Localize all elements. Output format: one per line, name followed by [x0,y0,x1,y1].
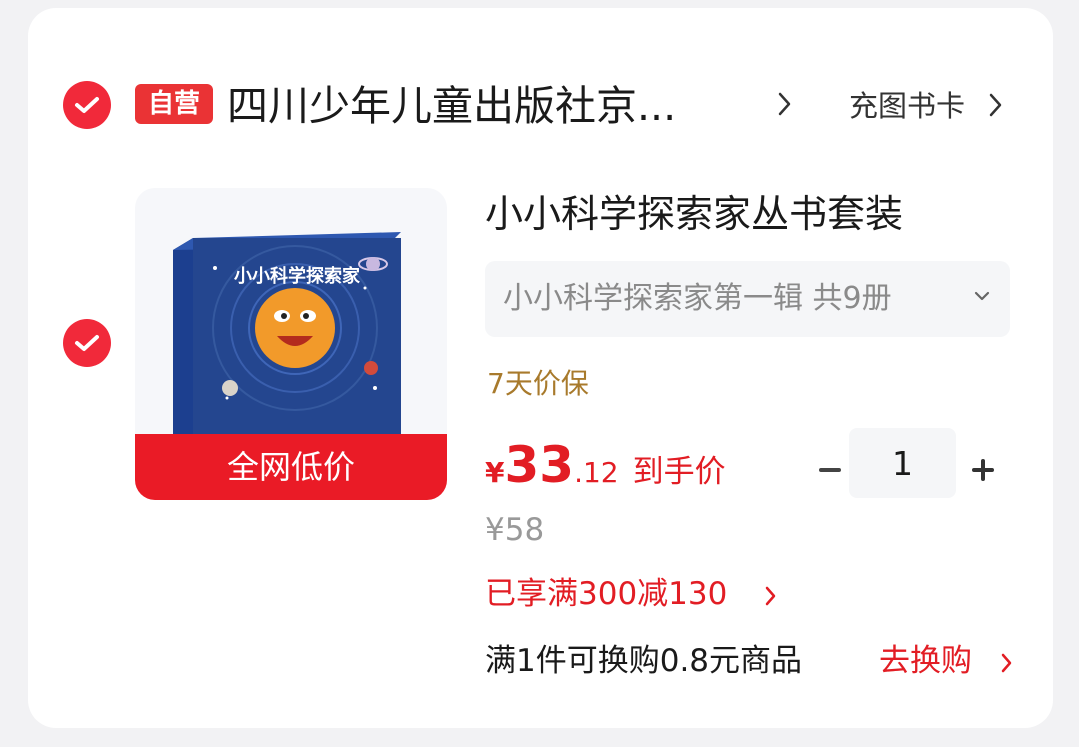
chevron-down-icon [974,291,990,301]
self-operated-badge: 自营 [135,84,213,124]
checkmark-icon [75,335,99,351]
price-decimal: .12 [574,456,619,489]
chevron-right-icon[interactable] [764,585,778,607]
exchange-offer-text: 满1件可换购0.8元商品 [485,643,803,679]
checkmark-icon [75,97,99,113]
variant-label: 小小科学探索家第一辑 共9册 [503,281,892,316]
shop-name-link[interactable]: 四川少年儿童出版社京... [227,80,767,132]
cover-title: 小小科学探索家 [234,265,361,287]
shop-select-checkbox[interactable] [63,81,111,129]
variant-selector[interactable]: 小小科学探索家第一辑 共9册 [485,261,1010,337]
plus-icon [972,459,994,481]
original-price: ¥58 [485,512,545,548]
price-protection-label: 7天价保 [487,367,589,400]
increase-quantity-button[interactable] [959,440,1009,500]
promotion-link[interactable]: 已享满300减130 [485,573,727,615]
price-integer: 33 [504,436,575,494]
price-label: 到手价 [632,454,726,490]
exchange-purchase-link[interactable]: 去换购 [879,640,972,682]
chevron-right-icon[interactable] [1000,652,1014,674]
coupon-link[interactable]: 充图书卡 [849,86,965,126]
item-select-checkbox[interactable] [63,319,111,367]
product-title[interactable]: 小小科学探索家丛书套装 [485,188,903,240]
chevron-right-icon[interactable] [988,92,1004,118]
cart-shop-card: 自营 四川少年儿童出版社京... 充图书卡 小小科学探索家 全网低价 小小科学探… [28,8,1053,728]
chevron-right-icon[interactable] [776,90,794,118]
price-currency: ¥ [485,456,505,489]
lowest-price-banner: 全网低价 [135,434,447,500]
quantity-input[interactable] [849,428,956,498]
final-price: ¥33.12 到手价 [485,436,726,496]
product-image[interactable]: 小小科学探索家 全网低价 [135,188,447,500]
